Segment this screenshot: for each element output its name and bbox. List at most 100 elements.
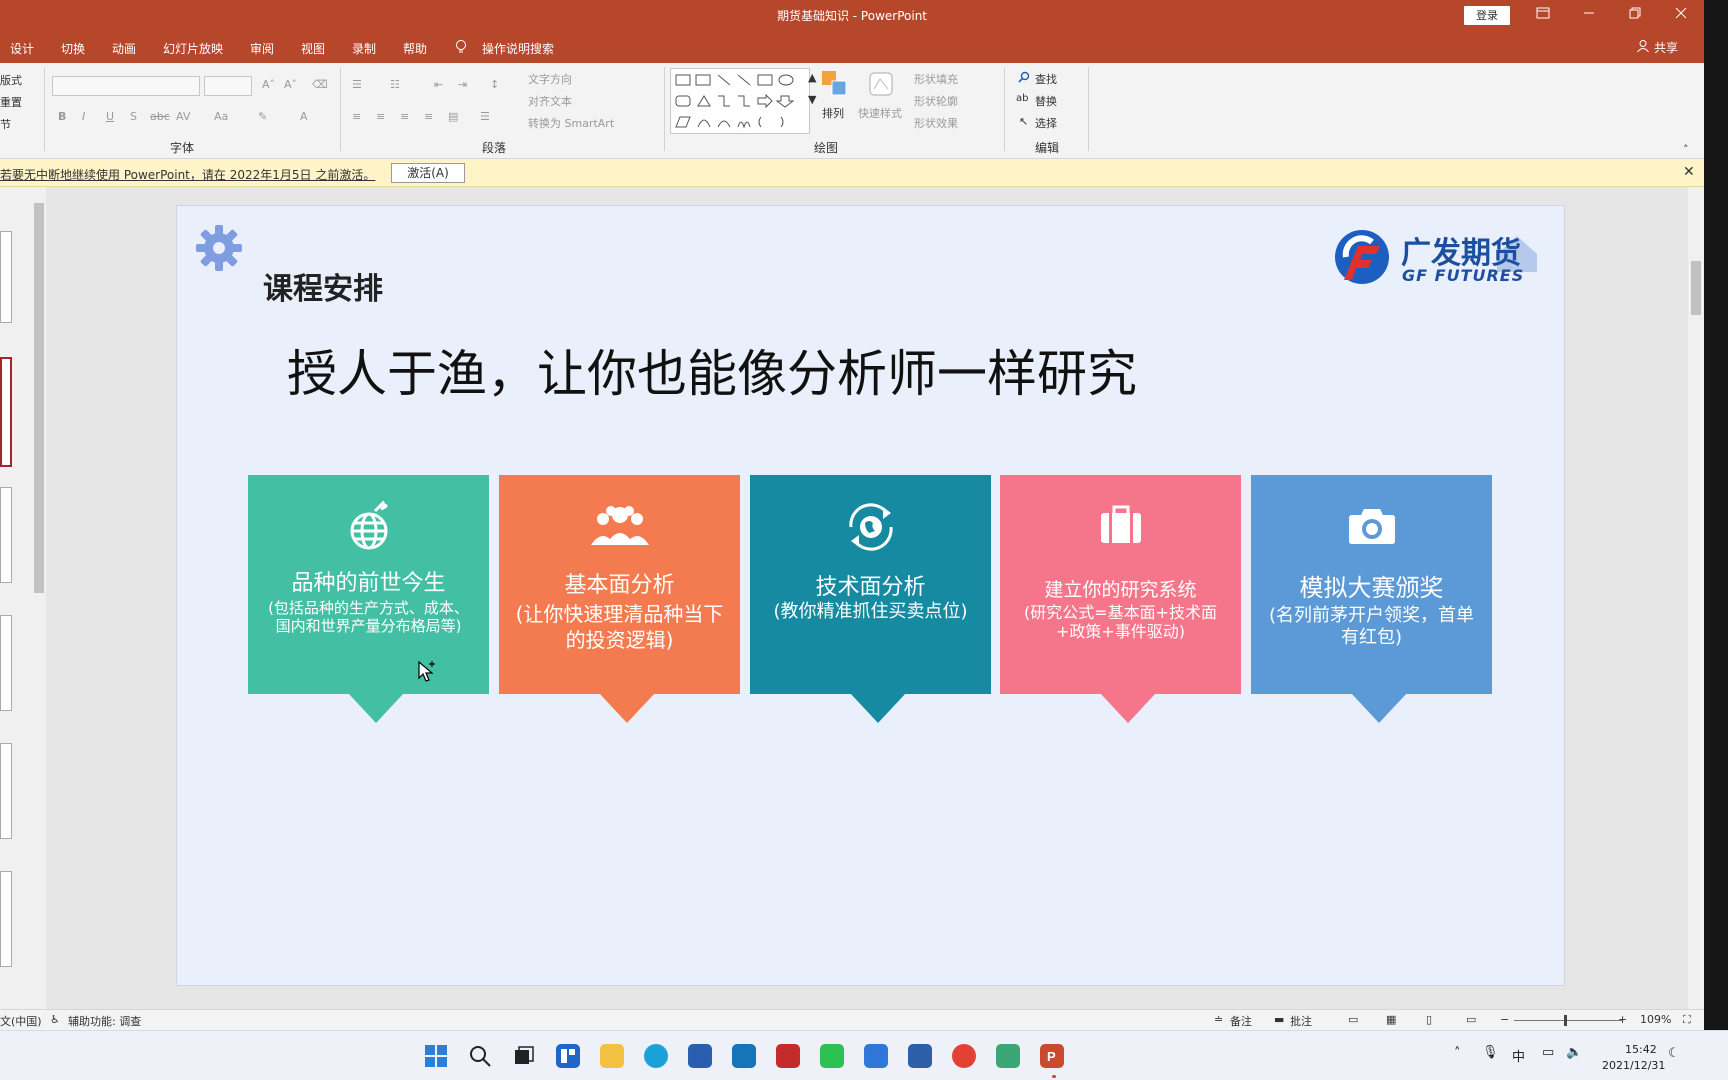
slide-thumbnail-pane[interactable] [0,187,46,1009]
slide-title[interactable]: 课程安排 [263,264,383,308]
wechat-icon[interactable] [820,1044,844,1068]
clock-date[interactable]: 2021/12/31 [1602,1059,1665,1072]
accessibility-status[interactable]: 辅助功能: 调查 [68,1013,141,1029]
change-case-icon[interactable]: Aa [214,110,228,123]
slide-thumbnail[interactable] [0,743,12,839]
tab-design[interactable]: 设计 [10,40,34,57]
zoom-level[interactable]: 109% [1640,1013,1671,1026]
scrollbar-thumb[interactable] [1691,261,1701,315]
moon-icon[interactable]: ☾ [1668,1046,1680,1061]
font-size-combo[interactable] [204,76,252,96]
zoom-slider-thumb[interactable] [1564,1015,1567,1026]
clock-time[interactable]: 15:42 [1625,1043,1657,1056]
close-icon[interactable]: ✕ [1683,164,1695,180]
course-card-5[interactable]: 模拟大赛颁奖 (名列前茅开户领奖，首单有红包) [1251,475,1492,723]
tell-me-search[interactable]: 操作说明搜索 [482,40,554,57]
slide-thumbnail[interactable] [0,487,12,583]
increase-indent-icon[interactable]: ⇥ [458,78,467,91]
replace-button[interactable]: 替换 [1035,93,1057,109]
bold-icon[interactable]: B [58,110,66,123]
italic-icon[interactable]: I [82,110,85,123]
course-card-1[interactable]: 品种的前世今生 (包括品种的生产方式、成本、国内和世界产量分布格局等) [248,475,489,723]
text-direction-button[interactable]: 文字方向 [528,71,572,87]
numbering-icon[interactable]: ☷ [390,78,400,91]
ribbon-display-icon[interactable] [1520,0,1566,30]
shape-fill-button[interactable]: 形状填充 [914,71,958,87]
edge-browser-icon[interactable] [644,1044,668,1068]
decrease-indent-icon[interactable]: ⇤ [434,78,443,91]
login-button[interactable]: 登录 [1464,6,1510,25]
slide-scrollbar[interactable] [1688,187,1704,1009]
tab-slideshow[interactable]: 幻灯片放映 [163,40,223,57]
shapes-gallery[interactable] [670,68,810,134]
layout-button[interactable]: 版式 [0,72,22,88]
course-card-4[interactable]: 建立你的研究系统 (研究公式=基本面+技术面+政策+事件驱动) [1000,475,1241,723]
powerpoint-icon[interactable]: P [1040,1044,1064,1068]
chrome-icon[interactable] [952,1044,976,1068]
slide-canvas[interactable]: 课程安排 授人于渔，让你也能像分析师一样研究 广发期货 GF FUTURES 品… [176,205,1565,986]
quick-styles-button[interactable]: 快速样式 [858,105,902,121]
windows-start-icon[interactable] [424,1044,448,1068]
font-name-combo[interactable] [52,76,200,96]
align-text-button[interactable]: 对齐文本 [528,93,572,109]
widgets-icon[interactable] [556,1044,580,1068]
tab-help[interactable]: 帮助 [403,40,427,57]
reset-button[interactable]: 重置 [0,94,22,110]
justify-icon[interactable]: ≡ [424,110,433,123]
zoom-slider[interactable] [1514,1015,1622,1026]
collapse-ribbon-icon[interactable]: ˄ [1683,143,1689,156]
thumbnail-scrollbar[interactable] [32,187,46,1009]
share-button[interactable]: 共享 [1654,39,1678,56]
course-card-2[interactable]: 基本面分析 (让你快速理清品种当下的投资逻辑) [499,475,740,723]
shape-outline-button[interactable]: 形状轮廓 [914,93,958,109]
store-icon[interactable] [688,1044,712,1068]
tab-animations[interactable]: 动画 [112,40,136,57]
network-icon[interactable]: ▭ [1542,1045,1554,1060]
section-button[interactable]: 节 [0,116,11,132]
language-indicator[interactable]: 文(中国) [0,1013,42,1029]
fit-slide-icon[interactable]: ⛶ [1683,1013,1691,1027]
restore-icon[interactable] [1612,0,1658,30]
scrollbar-thumb[interactable] [34,203,44,593]
slide-thumbnail-selected[interactable] [0,357,12,467]
task-view-icon[interactable] [512,1044,536,1068]
mcafee-icon[interactable] [776,1044,800,1068]
gallery-scroll-up-icon[interactable]: ▲ [808,71,816,84]
stock-app-icon[interactable] [996,1044,1020,1068]
slide-sorter-icon[interactable]: ▦ [1386,1013,1396,1026]
chevron-up-icon[interactable]: ˄ [1454,1046,1461,1061]
align-center-icon[interactable]: ≡ [376,110,385,123]
normal-view-icon[interactable]: ▭ [1348,1013,1358,1026]
notepad-icon[interactable] [908,1044,932,1068]
comments-button[interactable]: 批注 [1290,1013,1312,1029]
slide-thumbnail[interactable] [0,615,12,711]
slideshow-icon[interactable]: ▭ [1466,1013,1476,1026]
strikethrough-icon[interactable]: abc [150,110,170,123]
columns-icon[interactable]: ☰ [480,110,490,123]
align-right-icon[interactable]: ≡ [400,110,409,123]
shape-effects-button[interactable]: 形状效果 [914,115,958,131]
char-spacing-icon[interactable]: AV [176,110,190,123]
tab-view[interactable]: 视图 [301,40,325,57]
ime-indicator[interactable]: 中 [1512,1046,1525,1065]
zoom-out-icon[interactable]: − [1500,1013,1509,1026]
select-button[interactable]: 选择 [1035,115,1057,131]
font-color-icon[interactable]: A [300,110,308,123]
app-icon[interactable] [732,1044,756,1068]
find-button[interactable]: 查找 [1035,71,1057,87]
line-spacing-icon[interactable]: ↕ [490,78,499,91]
clear-format-icon[interactable]: ⌫ [312,78,328,91]
microphone-icon[interactable]: 🎙 [1482,1045,1499,1060]
tab-review[interactable]: 审阅 [250,40,274,57]
search-icon[interactable] [468,1044,492,1068]
slide-thumbnail[interactable] [0,231,12,323]
activation-message[interactable]: 若要无中断地继续使用 PowerPoint，请在 2022年1月5日 之前激活。 [0,166,375,183]
slide-thumbnail[interactable] [0,871,12,967]
bullets-icon[interactable]: ☰ [352,78,362,91]
arrange-button[interactable]: 排列 [822,105,844,121]
reading-view-icon[interactable]: ▯ [1426,1013,1432,1026]
photos-icon[interactable] [864,1044,888,1068]
course-card-3[interactable]: 技术面分析 (教你精准抓住买卖点位) [750,475,991,723]
minimize-icon[interactable] [1566,0,1612,30]
distributed-icon[interactable]: ▤ [448,110,458,123]
